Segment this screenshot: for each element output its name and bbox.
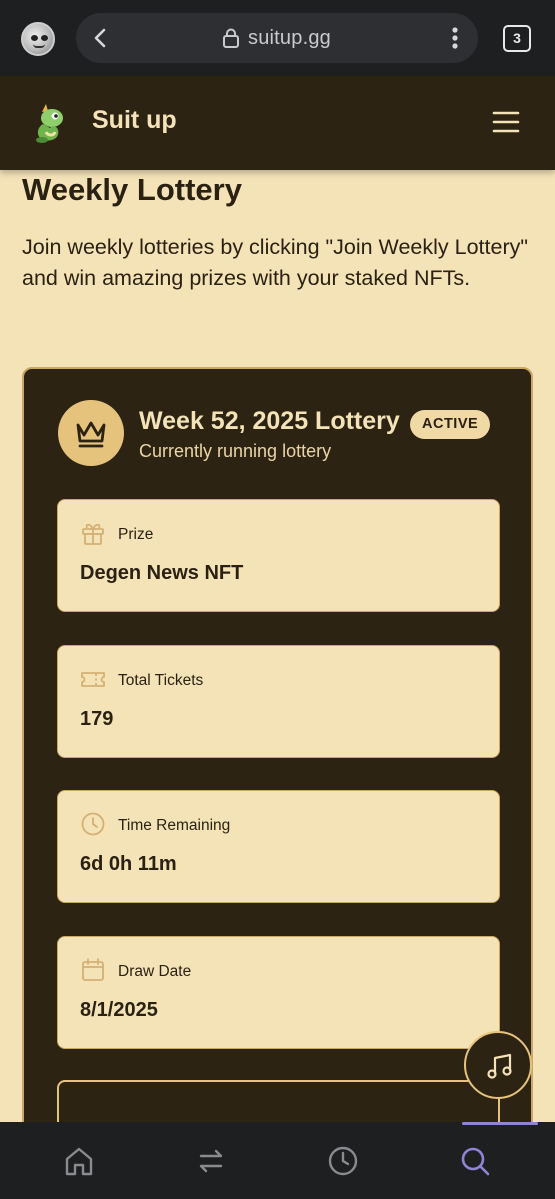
gift-icon — [82, 523, 104, 545]
lock-icon — [223, 28, 239, 48]
home-icon — [65, 1147, 93, 1176]
more-options-icon[interactable] — [444, 25, 466, 51]
draw-date-stat-card: Draw Date 8/1/2025 — [57, 936, 500, 1049]
search-icon — [461, 1147, 490, 1176]
crown-badge — [58, 400, 124, 466]
nav-search[interactable] — [424, 1122, 538, 1199]
lottery-subtitle: Currently running lottery — [139, 441, 332, 461]
clock-icon — [81, 812, 105, 836]
time-remaining-value: 6d 0h 11m — [80, 853, 177, 875]
nav-swap[interactable] — [160, 1122, 260, 1199]
lottery-card: Week 52, 2025 Lottery ACTIVE Currently r… — [22, 367, 533, 1199]
calendar-icon — [82, 958, 104, 981]
draw-date-value: 8/1/2025 — [80, 999, 158, 1021]
bottom-navigation — [0, 1122, 555, 1199]
music-note-icon — [487, 1053, 512, 1079]
browser-profile-avatar[interactable] — [21, 22, 55, 56]
site-header: Suit up — [0, 76, 555, 170]
swap-icon — [199, 1149, 223, 1173]
prize-value: Degen News NFT — [80, 562, 244, 584]
status-badge: ACTIVE — [410, 410, 491, 439]
total-tickets-value: 179 — [80, 708, 114, 730]
suitup-logo-icon[interactable] — [30, 102, 70, 144]
music-toggle-button[interactable] — [464, 1031, 532, 1099]
time-remaining-label: Time Remaining — [118, 817, 231, 834]
url-text: suitup.gg — [248, 27, 331, 49]
nav-history[interactable] — [292, 1122, 392, 1199]
address-bar[interactable]: suitup.gg — [76, 13, 478, 63]
draw-date-label: Draw Date — [118, 963, 192, 980]
time-remaining-stat-card: Time Remaining 6d 0h 11m — [57, 790, 500, 903]
hamburger-menu-icon[interactable] — [490, 106, 522, 138]
brand-name[interactable]: Suit up — [92, 106, 177, 135]
history-icon — [328, 1146, 358, 1176]
page-description: Join weekly lotteries by clicking "Join … — [22, 235, 528, 290]
nav-home[interactable] — [28, 1122, 128, 1199]
total-tickets-stat-card: Total Tickets 179 — [57, 645, 500, 758]
prize-stat-card: Prize Degen News NFT — [57, 499, 500, 612]
back-icon[interactable] — [88, 25, 114, 51]
ticket-icon — [81, 672, 105, 687]
lottery-title: Week 52, 2025 Lottery — [139, 407, 400, 435]
total-tickets-label: Total Tickets — [118, 672, 204, 689]
prize-label: Prize — [118, 526, 154, 543]
nav-active-indicator — [462, 1122, 538, 1125]
page-title: Weekly Lottery — [22, 172, 242, 207]
tab-switcher-button[interactable]: 3 — [503, 25, 531, 52]
crown-icon — [76, 421, 106, 448]
browser-toolbar: suitup.gg 3 — [0, 0, 555, 76]
